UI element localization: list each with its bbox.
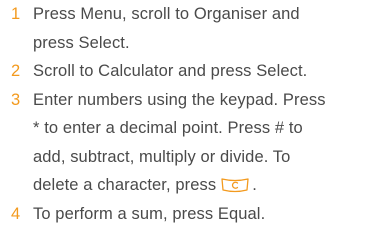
instruction-steps: 1 Press Menu, scroll to Organiser and pr… (0, 0, 387, 228)
step-text-line: Enter numbers using the keypad. Press (33, 90, 326, 109)
step-2: 2 Scroll to Calculator and press Select. (0, 57, 387, 86)
step-text-line: * to enter a decimal point. Press # to (33, 119, 303, 137)
step-4: 4 To perform a sum, press Equal. (0, 200, 387, 229)
step-text-fragment: delete a character, press (33, 176, 217, 194)
step-text-line: Scroll to Calculator and press Select. (33, 62, 308, 80)
step-text-trailing: . (252, 176, 257, 194)
step-text-line: Press Menu, scroll to Organiser and (33, 5, 300, 23)
step-number: 2 (11, 62, 21, 80)
step-text-line: press Select. (33, 33, 130, 52)
step-number: 1 (11, 5, 21, 23)
step-text-line: add, subtract, multiply or divide. To (33, 147, 291, 166)
clear-key-icon (220, 177, 250, 193)
step-text-line: To perform a sum, press Equal. (33, 204, 266, 223)
step-3: 3 Enter numbers using the keypad. Press … (0, 86, 387, 200)
step-number: 3 (11, 90, 21, 109)
step-text-line-with-icon: delete a character, press. (33, 171, 387, 200)
step-number: 4 (11, 204, 21, 223)
step-1: 1 Press Menu, scroll to Organiser and pr… (0, 0, 387, 57)
